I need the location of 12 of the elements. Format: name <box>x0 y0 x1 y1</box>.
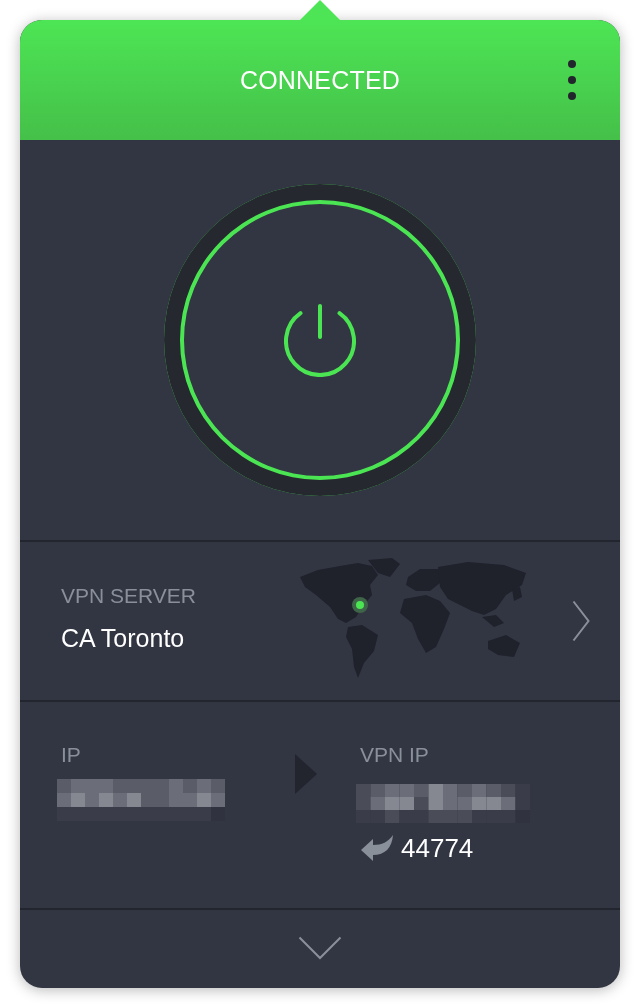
connection-status: CONNECTED <box>239 65 401 95</box>
power-icon <box>284 303 356 377</box>
ip-label: IP <box>61 742 81 768</box>
location-dot-icon <box>352 597 368 613</box>
server-label: VPN SERVER <box>61 583 197 609</box>
curved-arrow-icon <box>360 834 394 862</box>
vpn-ip-label: VPN IP <box>360 742 429 768</box>
more-menu-icon <box>567 59 577 101</box>
port-number: 44774 <box>401 833 474 863</box>
server-name: CA Toronto <box>61 623 186 653</box>
chevron-right-icon[interactable] <box>572 600 590 642</box>
chevron-down-icon[interactable] <box>298 936 342 960</box>
